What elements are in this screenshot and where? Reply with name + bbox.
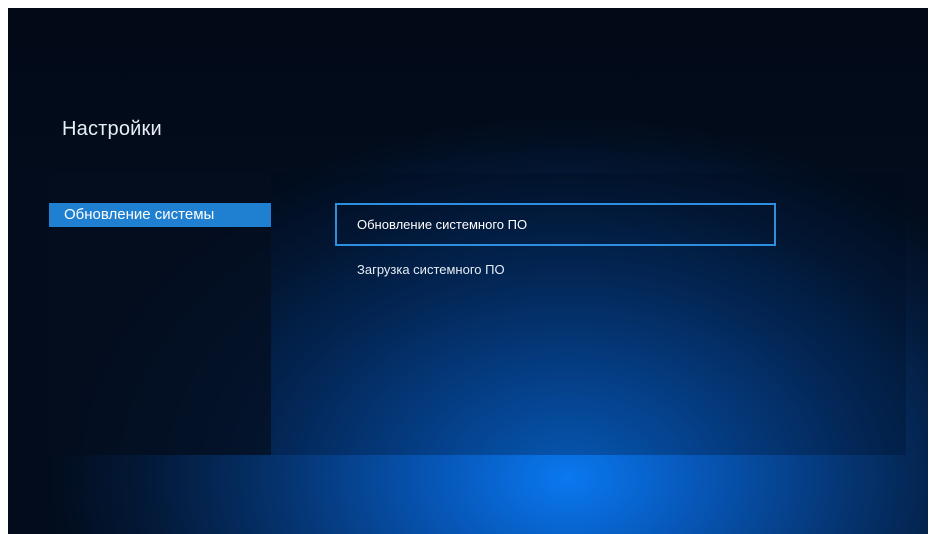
settings-sidebar: Обновление системы [49, 173, 271, 455]
page-title: Настройки [62, 118, 162, 140]
option-system-software-download[interactable]: Загрузка системного ПО [357, 262, 505, 277]
settings-screen: Настройки Обновление системы Обновление … [8, 8, 928, 534]
option-system-software-update[interactable]: Обновление системного ПО [335, 203, 776, 246]
sidebar-item-system-update[interactable]: Обновление системы [49, 203, 271, 227]
